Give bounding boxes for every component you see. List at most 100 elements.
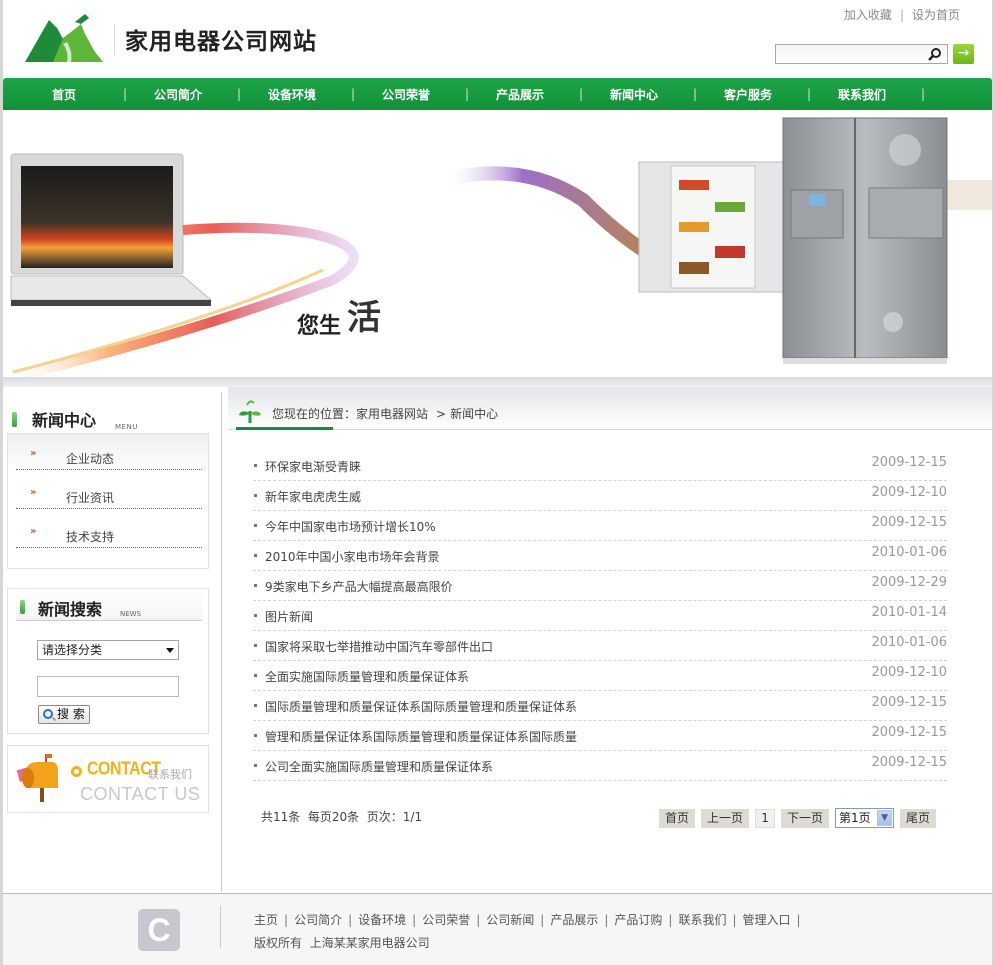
mailbox-icon xyxy=(16,754,58,802)
nav-item-honors[interactable]: 公司荣誉 | xyxy=(375,86,489,103)
footer-logo-icon: C xyxy=(138,909,180,951)
news-title-link[interactable]: 2010年中国小家电市场年会背景 xyxy=(265,548,440,565)
top-links: 加入收藏 | 设为首页 xyxy=(844,6,960,23)
news-date: 2009-12-10 xyxy=(871,665,947,680)
news-date: 2009-12-15 xyxy=(871,455,947,470)
search-go-button[interactable]: → xyxy=(953,44,974,64)
news-title-link[interactable]: 今年中国家电市场预计增长10% xyxy=(265,518,436,535)
current-page-number[interactable]: 1 xyxy=(755,808,776,828)
news-date: 2009-12-10 xyxy=(871,485,947,500)
bullet-icon xyxy=(254,734,257,737)
nav-item-products[interactable]: 产品展示 | xyxy=(489,86,603,103)
news-list-item[interactable]: 国际质量管理和质量保证体系国际质量管理和质量保证体系 2009-12-15 xyxy=(253,691,947,721)
news-title-link[interactable]: 管理和质量保证体系国际质量管理和质量保证体系国际质量 xyxy=(265,728,577,745)
last-page-button[interactable]: 尾页 xyxy=(900,808,937,828)
site-search-box xyxy=(775,44,948,64)
news-date: 2009-12-15 xyxy=(871,755,947,770)
add-favorite-link[interactable]: 加入收藏 xyxy=(844,8,892,22)
content-divider xyxy=(221,392,222,892)
bullet-icon xyxy=(254,464,257,467)
sidebar-item-industry-news[interactable]: » 行业资讯 xyxy=(16,479,202,509)
logo-icon xyxy=(25,14,103,62)
site-search-input[interactable] xyxy=(776,45,926,63)
news-list-item[interactable]: 今年中国家电市场预计增长10% 2009-12-15 xyxy=(253,511,947,541)
footer-links: 主页 | 公司简介 | 设备环境 | 公司荣誉 | 公司新闻 | 产品展示 | 产品订购 | 联系我们 | 管理… xyxy=(254,913,801,927)
news-title-link[interactable]: 国际质量管理和质量保证体系国际质量管理和质量保证体系 xyxy=(265,698,577,715)
news-list-item[interactable]: 2010年中国小家电市场年会背景 2010-01-06 xyxy=(253,541,947,571)
news-center-heading: 新闻中心 MENU xyxy=(7,395,211,431)
breadcrumb-bar: 您现在的位置：家用电器网站 > 新闻中心 xyxy=(228,387,992,430)
bullet-icon xyxy=(254,494,257,497)
news-title-link[interactable]: 国家将采取七举措推动中国汽车零部件出口 xyxy=(265,638,493,655)
news-list-item[interactable]: 管理和质量保证体系国际质量管理和质量保证体系国际质量 2009-12-15 xyxy=(253,721,947,751)
dropdown-arrow-icon xyxy=(166,648,174,653)
bullet-icon xyxy=(254,674,257,677)
nav-item-equipment[interactable]: 设备环境 | xyxy=(261,86,375,103)
news-search-button[interactable]: 搜 索 xyxy=(38,705,90,724)
news-list-item[interactable]: 图片新闻 2010-01-14 xyxy=(253,601,947,631)
first-page-button[interactable]: 首页 xyxy=(659,808,696,828)
nav-item-home[interactable]: 首页 | xyxy=(33,86,147,103)
news-title-link[interactable]: 环保家电渐受青睐 xyxy=(265,458,361,475)
bullet-icon xyxy=(254,554,257,557)
news-title-link[interactable]: 全面实施国际质量管理和质量保证体系 xyxy=(265,668,469,685)
search-icon[interactable] xyxy=(928,47,942,61)
sidebar-item-company-news[interactable]: » 企业动态 xyxy=(16,440,202,470)
banner: 您生 活 xyxy=(3,110,992,377)
double-chevron-icon: » xyxy=(30,487,37,498)
contact-us-banner[interactable]: CONTACT 联系我们 CONTACT US xyxy=(7,745,209,813)
footer-link-equipment[interactable]: 设备环境 xyxy=(358,913,406,927)
breadcrumb: 您现在的位置：家用电器网站 > 新闻中心 xyxy=(272,407,499,421)
news-date: 2009-12-29 xyxy=(871,575,947,590)
site-title: 家用电器公司网站 xyxy=(125,28,317,55)
news-date: 2009-12-15 xyxy=(871,725,947,740)
laptop-image xyxy=(10,153,213,306)
next-page-button[interactable]: 下一页 xyxy=(781,808,830,828)
page-select[interactable]: 第1页 ▼ xyxy=(835,808,895,828)
news-title-link[interactable]: 图片新闻 xyxy=(265,608,313,625)
bullet-icon xyxy=(254,764,257,767)
footer-link-products[interactable]: 产品展示 xyxy=(550,913,598,927)
news-date: 2010-01-06 xyxy=(871,635,947,650)
top-links-separator: | xyxy=(899,8,904,22)
open-fridge-image xyxy=(638,161,790,293)
footer-link-news[interactable]: 公司新闻 xyxy=(486,913,534,927)
breadcrumb-home-link[interactable]: 家用电器网站 xyxy=(356,407,428,421)
footer-link-contact[interactable]: 联系我们 xyxy=(678,913,726,927)
prev-page-button[interactable]: 上一页 xyxy=(701,808,750,828)
bullet-icon xyxy=(254,614,257,617)
footer-link-honors[interactable]: 公司荣誉 xyxy=(422,913,470,927)
keyword-input[interactable] xyxy=(37,676,179,697)
news-title-link[interactable]: 9类家电下乡产品大幅提高最高限价 xyxy=(265,578,453,595)
nav-item-service[interactable]: 客户服务 | xyxy=(717,86,831,103)
news-list-item[interactable]: 环保家电渐受青睐 2009-12-15 xyxy=(253,451,947,481)
bullet-icon xyxy=(254,704,257,707)
news-date: 2009-12-15 xyxy=(871,515,947,530)
banner-bottom-bar xyxy=(3,377,992,387)
news-list-item[interactable]: 新年家电虎虎生威 2009-12-10 xyxy=(253,481,947,511)
double-chevron-icon: » xyxy=(30,448,37,459)
news-list-item[interactable]: 国家将采取七举措推动中国汽车零部件出口 2010-01-06 xyxy=(253,631,947,661)
steel-fridge-image xyxy=(782,117,948,364)
news-title-link[interactable]: 新年家电虎虎生威 xyxy=(265,488,361,505)
sprout-icon xyxy=(239,400,261,423)
main-content: 您现在的位置：家用电器网站 > 新闻中心 环保家电渐受青睐 2009-12-15 新年… xyxy=(228,387,992,892)
footer-link-order[interactable]: 产品订购 xyxy=(614,913,662,927)
category-select[interactable]: 请选择分类 xyxy=(37,640,179,660)
set-homepage-link[interactable]: 设为首页 xyxy=(912,8,960,22)
footer-link-home[interactable]: 主页 xyxy=(254,913,278,927)
news-search-panel: 新闻搜索 NEWS 请选择分类 搜 索 xyxy=(7,588,209,734)
news-list-item[interactable]: 9类家电下乡产品大幅提高最高限价 2009-12-29 xyxy=(253,571,947,601)
footer-link-about[interactable]: 公司简介 xyxy=(294,913,342,927)
footer-link-admin[interactable]: 管理入口 xyxy=(743,913,791,927)
footer-divider xyxy=(220,906,221,948)
nav-item-about[interactable]: 公司简介 | xyxy=(147,86,261,103)
news-list-item[interactable]: 公司全面实施国际质量管理和质量保证体系 2009-12-15 xyxy=(253,751,947,781)
news-list-item[interactable]: 全面实施国际质量管理和质量保证体系 2009-12-10 xyxy=(253,661,947,691)
news-category-menu: » 企业动态 » 行业资讯 » 技术支持 xyxy=(7,433,209,569)
nav-item-news[interactable]: 新闻中心 | xyxy=(603,86,717,103)
chevron-down-icon: ▼ xyxy=(877,810,893,826)
nav-item-contact[interactable]: 联系我们 | xyxy=(831,86,945,103)
news-title-link[interactable]: 公司全面实施国际质量管理和质量保证体系 xyxy=(265,758,493,775)
sidebar-item-tech-support[interactable]: » 技术支持 xyxy=(16,518,202,548)
